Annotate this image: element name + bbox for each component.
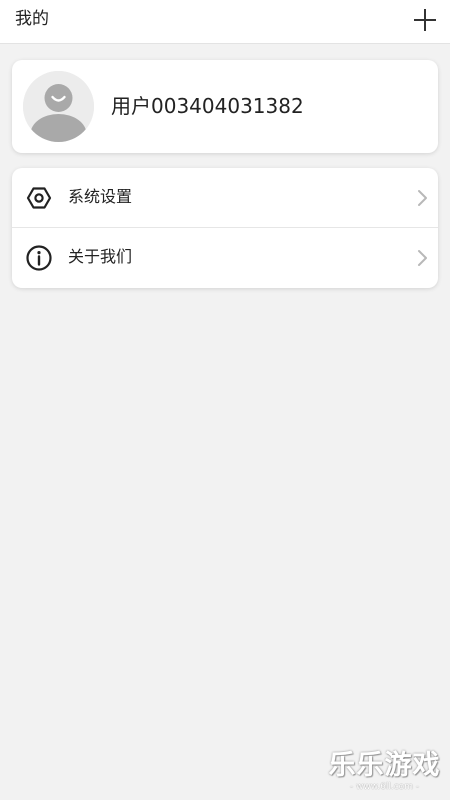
user-avatar-icon	[23, 71, 94, 142]
menu-item-about[interactable]: 关于我们	[12, 228, 438, 288]
username: 用户003404031382	[111, 94, 304, 118]
menu-item-label: 关于我们	[68, 247, 133, 266]
profile-card[interactable]: 用户003404031382	[12, 60, 438, 153]
watermark-url: - www.6ll.com -	[349, 782, 420, 792]
menu-item-label: 系统设置	[68, 187, 133, 206]
watermark-logo: 乐乐游戏 - www.6ll.com -	[327, 750, 442, 794]
chevron-right-icon	[418, 190, 427, 206]
info-circle-icon	[26, 245, 52, 271]
plus-icon[interactable]	[412, 7, 438, 33]
top-bar: 我的	[0, 0, 450, 44]
page-title: 我的	[15, 9, 49, 29]
avatar[interactable]	[23, 71, 94, 142]
settings-hexagon-icon	[26, 187, 52, 209]
menu-item-settings[interactable]: 系统设置	[12, 168, 438, 228]
chevron-right-icon	[418, 250, 427, 266]
watermark-title: 乐乐游戏	[328, 750, 441, 781]
menu-list: 系统设置 关于我们	[12, 168, 438, 288]
